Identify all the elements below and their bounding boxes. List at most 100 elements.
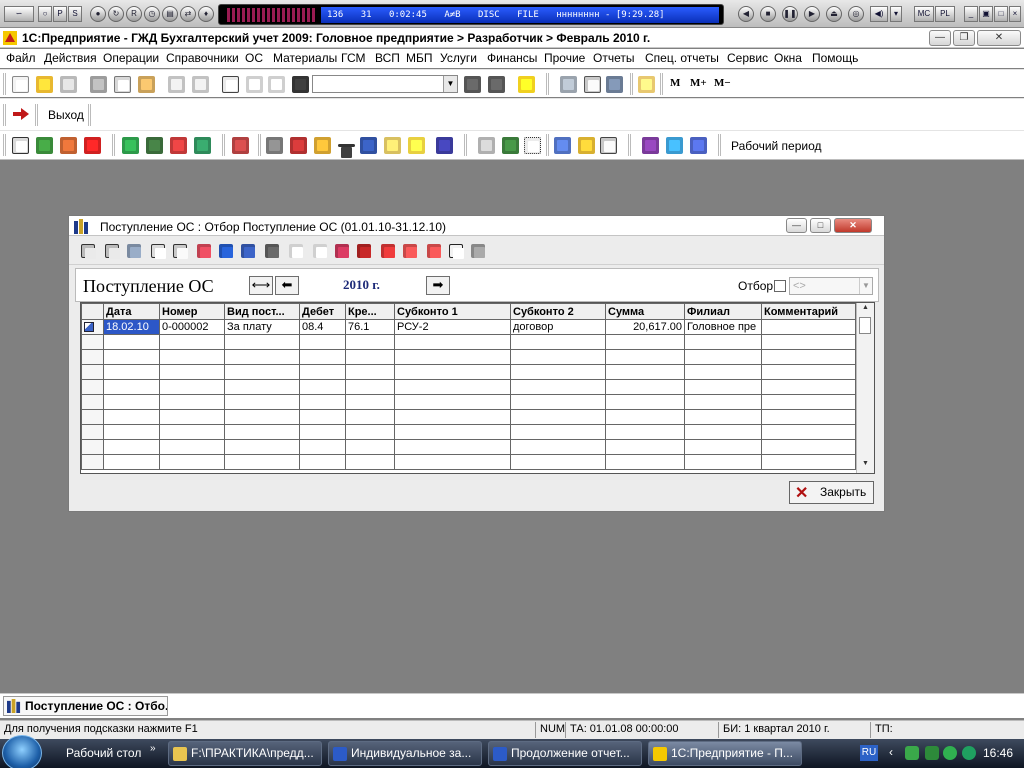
operations-journal-icon[interactable] (60, 137, 77, 154)
task-word-1[interactable]: Индивидуальное за... (328, 741, 482, 766)
cell-debit[interactable]: 08.4 (299, 319, 346, 335)
player-restore-icon[interactable]: □ (994, 6, 1008, 22)
player-eq-icon[interactable]: ◎ (848, 6, 864, 22)
prev-year-arrow-icon[interactable]: ⬅ (275, 276, 299, 295)
cell-credit[interactable]: 76.1 (345, 319, 395, 335)
player-close-icon[interactable]: × (1009, 6, 1021, 22)
player-eject-icon[interactable]: ⏏ (826, 6, 842, 22)
player-mc-button[interactable]: MC (914, 6, 934, 22)
report-icon[interactable] (578, 137, 595, 154)
filter-checkbox[interactable] (774, 280, 786, 292)
player-settings-icon[interactable]: S (68, 6, 82, 22)
cell-subconto-2[interactable]: договор (510, 319, 606, 335)
interval-button[interactable]: ⟷ (249, 276, 273, 295)
scroll-down-icon[interactable]: ▼ (857, 460, 874, 472)
player-pl-button[interactable]: PL (935, 6, 955, 22)
desktop-toolbar-label[interactable]: Рабочий стол (66, 746, 141, 760)
tray-expand-icon[interactable]: ‹ (889, 745, 893, 759)
scroll-thumb[interactable] (859, 317, 871, 334)
player-play-mode-icon[interactable]: P (53, 6, 67, 22)
close-button[interactable]: ✕ Закрыть (789, 481, 874, 504)
cell-comment[interactable] (761, 319, 856, 335)
memory-m-button[interactable]: M (670, 77, 680, 89)
main-minimize-button[interactable]: — (929, 30, 951, 46)
currency-icon[interactable] (194, 137, 211, 154)
people-icon[interactable] (146, 137, 163, 154)
player-stop-icon[interactable]: ■ (760, 6, 776, 22)
print-icon[interactable] (168, 76, 185, 93)
mn-icon[interactable] (266, 137, 283, 154)
add-row-icon[interactable] (81, 244, 95, 258)
toolbar-grip[interactable] (3, 134, 6, 156)
print-preview-icon[interactable] (192, 76, 209, 93)
transfer-icon[interactable] (403, 244, 417, 258)
column-amount[interactable]: Сумма (605, 303, 685, 320)
task-folder[interactable]: F:\ПРАКТИКА\предд... (168, 741, 322, 766)
menu-windows[interactable]: Окна (774, 51, 802, 65)
pencil-icon[interactable] (314, 137, 331, 154)
column-subconto-2[interactable]: Субконто 2 (510, 303, 606, 320)
menu-file[interactable]: Файл (6, 51, 36, 65)
menu-materials[interactable]: Материалы (273, 51, 337, 65)
menu-operations[interactable]: Операции (103, 51, 159, 65)
interval-icon[interactable] (219, 244, 233, 258)
memory-m-plus-button[interactable]: M+ (690, 77, 707, 89)
hierarchy-icon[interactable] (265, 244, 279, 258)
scroll-up-icon[interactable]: ▲ (857, 304, 874, 316)
chevron-down-icon[interactable]: ▼ (443, 76, 457, 92)
journal-icon[interactable] (12, 137, 29, 154)
column-number[interactable]: Номер (159, 303, 225, 320)
menu-service[interactable]: Сервис (727, 51, 768, 65)
save-icon[interactable] (60, 76, 77, 93)
cell-branch[interactable]: Головное пре (684, 319, 762, 335)
player-tool-1-icon[interactable]: ● (90, 6, 106, 22)
player-repeat-icon[interactable]: ↻ (108, 6, 124, 22)
toolbar-grip[interactable] (546, 134, 549, 156)
stack-icon[interactable] (122, 137, 139, 154)
copy-icon[interactable] (114, 76, 131, 93)
chevron-down-icon[interactable]: ▼ (859, 278, 872, 294)
journal-maximize-button[interactable]: □ (810, 218, 831, 233)
structure-icon[interactable] (427, 244, 441, 258)
player-volume-down-icon[interactable]: ▾ (890, 6, 902, 22)
view-icon[interactable] (127, 244, 141, 258)
menu-other[interactable]: Прочие (544, 51, 585, 65)
tray-network-icon[interactable] (905, 746, 919, 760)
book-icon[interactable] (638, 76, 655, 93)
player-option-icon[interactable]: ○ (38, 6, 52, 22)
chevron-right-icon[interactable]: » (150, 743, 156, 754)
toolbar-grip[interactable] (628, 134, 631, 156)
menu-references[interactable]: Справочники (166, 51, 239, 65)
menu-special-reports[interactable]: Спец. отчеты (645, 51, 719, 65)
dk-icon[interactable] (381, 244, 395, 258)
menu-mbp[interactable]: МБП (406, 51, 433, 65)
box-icon[interactable] (690, 137, 707, 154)
task-word-2[interactable]: Продолжение отчет... (488, 741, 642, 766)
add-doc-icon[interactable] (384, 137, 401, 154)
post-icon[interactable] (290, 137, 307, 154)
cell-date[interactable]: 18.02.10 (103, 319, 160, 335)
context-help-icon[interactable] (471, 244, 485, 258)
filter-select[interactable]: <> ▼ (789, 277, 873, 295)
player-volume-icon[interactable]: ◀) (870, 6, 888, 22)
chart-of-accounts-icon[interactable] (36, 137, 53, 154)
player-disc[interactable]: DISC (478, 10, 500, 20)
menu-fuel[interactable]: ГСМ (341, 51, 366, 65)
toolbar-grip[interactable] (222, 134, 225, 156)
cell-number[interactable]: 0-000002 (159, 319, 225, 335)
column-comment[interactable]: Комментарий (761, 303, 856, 320)
column-branch[interactable]: Филиал (684, 303, 762, 320)
language-indicator[interactable]: RU (860, 745, 878, 761)
toolbar-grip[interactable] (3, 73, 6, 95)
table-row[interactable]: 18.02.10 0-000002 За плату 08.4 76.1 РСУ… (81, 319, 856, 335)
column-date[interactable]: Дата (103, 303, 160, 320)
copy-doc-icon[interactable] (173, 244, 187, 258)
start-button[interactable] (2, 735, 42, 768)
toolbar-grip[interactable] (258, 134, 261, 156)
copy-row-icon[interactable] (151, 244, 165, 258)
player-record-icon[interactable]: R (126, 6, 142, 22)
menu-services[interactable]: Услуги (440, 51, 477, 65)
filter-by-value-icon[interactable] (241, 244, 255, 258)
menu-actions[interactable]: Действия (44, 51, 97, 65)
window-icon[interactable] (478, 137, 495, 154)
